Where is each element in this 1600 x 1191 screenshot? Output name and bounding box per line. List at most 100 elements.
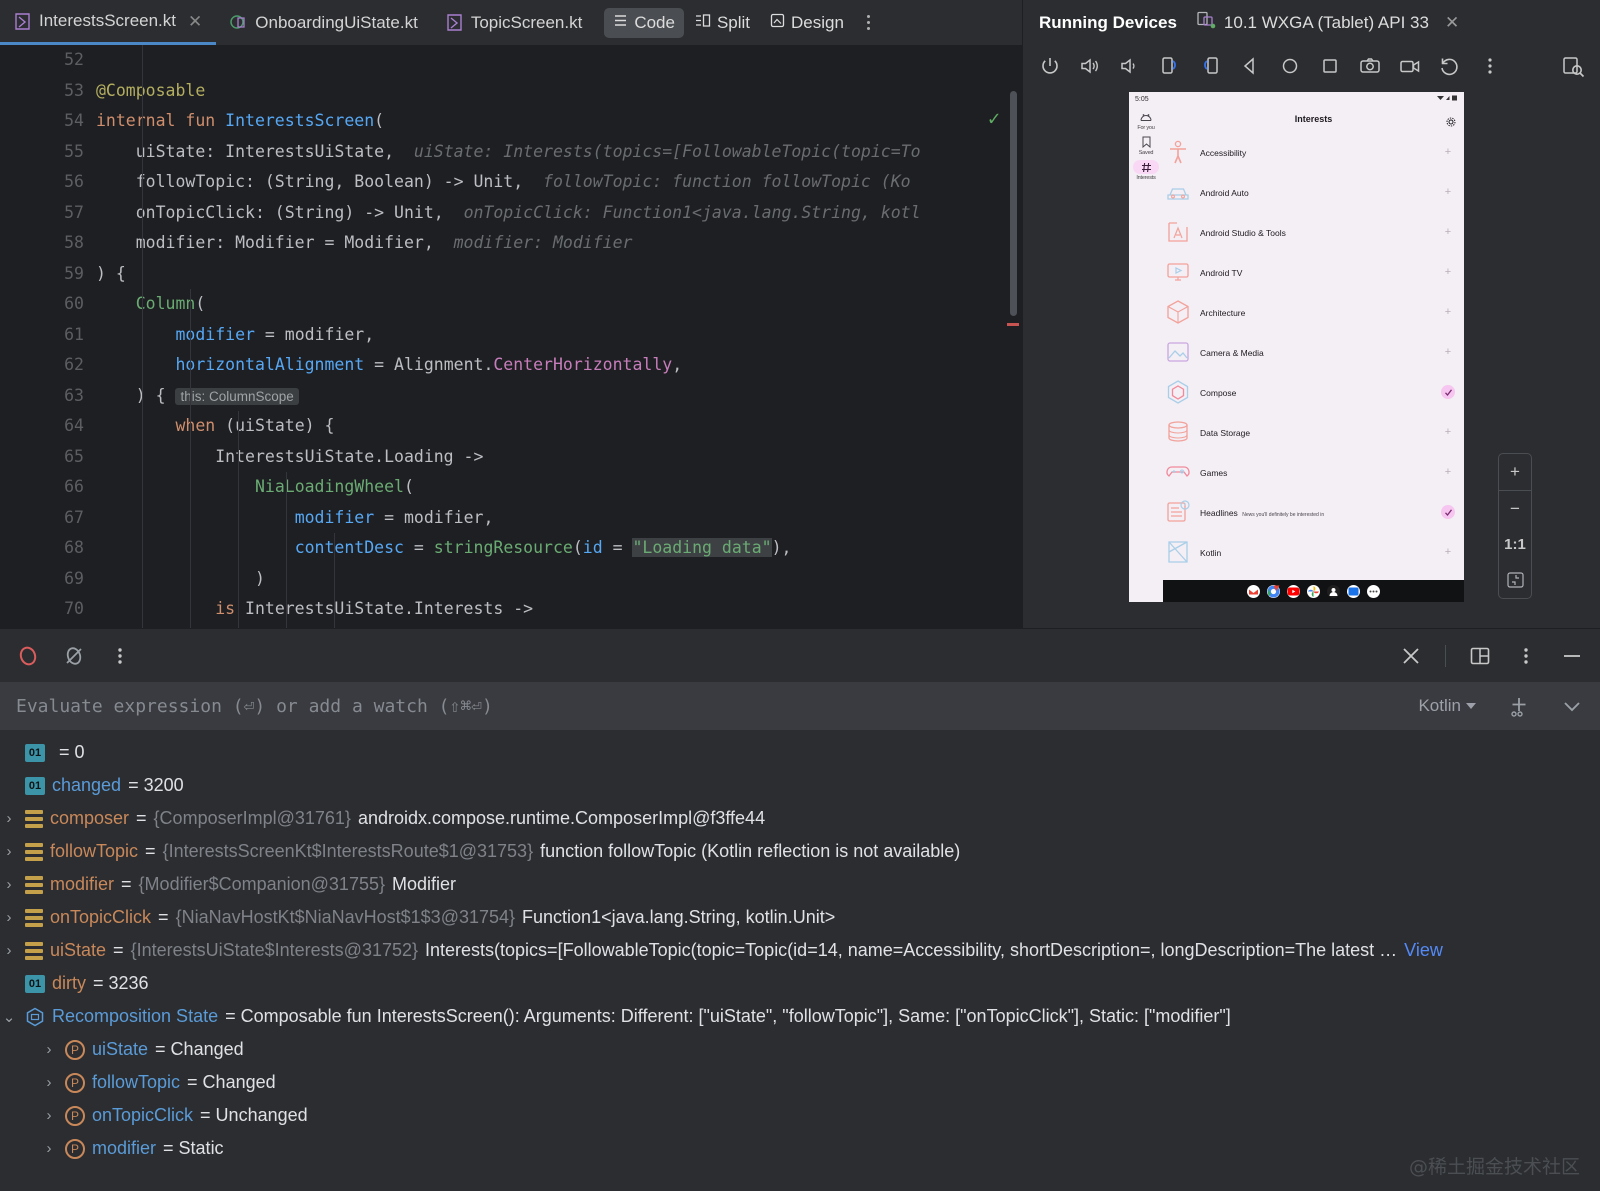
youtube-app-icon[interactable] bbox=[1287, 584, 1300, 598]
expand-arrow[interactable]: › bbox=[0, 843, 18, 860]
nav-rail-item-for-you[interactable]: For you bbox=[1133, 110, 1159, 131]
code-editor[interactable]: 52 53 54 55 56 57 58 59 60 61 62 63 64 6… bbox=[0, 45, 1022, 628]
topic-row[interactable]: Compose bbox=[1163, 372, 1464, 412]
variable-row[interactable]: › uiState = {InterestsUiState$Interests@… bbox=[0, 934, 1600, 967]
device-inspect-icon[interactable] bbox=[1562, 55, 1585, 78]
expand-arrow[interactable]: › bbox=[0, 876, 18, 893]
view-mode-design[interactable]: Design bbox=[761, 8, 853, 38]
more-vertical-icon[interactable] bbox=[1479, 55, 1501, 77]
unfollow-topic-button[interactable] bbox=[1440, 505, 1456, 519]
screenshot-icon[interactable] bbox=[1359, 55, 1381, 77]
topic-row[interactable]: Android Studio & Tools + bbox=[1163, 212, 1464, 252]
editor-tab-interests-screen[interactable]: InterestsScreen.kt ✕ bbox=[0, 0, 217, 45]
close-icon[interactable] bbox=[1399, 644, 1423, 668]
add-watch-icon[interactable] bbox=[1508, 694, 1532, 718]
close-icon[interactable]: ✕ bbox=[188, 13, 202, 30]
variable-row[interactable]: › P uiState = Changed bbox=[0, 1033, 1600, 1066]
follow-topic-button[interactable]: + bbox=[1440, 466, 1456, 478]
variable-row[interactable]: › P followTopic = Changed bbox=[0, 1066, 1600, 1099]
topics-list[interactable]: Accessibility + Android Auto + Android S… bbox=[1163, 132, 1464, 580]
device-tab[interactable]: 10.1 WXGA (Tablet) API 33 ✕ bbox=[1197, 11, 1459, 35]
close-icon[interactable]: ✕ bbox=[1445, 13, 1459, 33]
follow-topic-button[interactable]: + bbox=[1440, 546, 1456, 558]
record-video-icon[interactable] bbox=[1399, 55, 1421, 77]
volume-down-icon[interactable] bbox=[1119, 55, 1141, 77]
variable-row[interactable]: › followTopic = {InterestsScreenKt$Inter… bbox=[0, 835, 1600, 868]
expand-arrow[interactable]: › bbox=[40, 1140, 58, 1157]
rotate-left-icon[interactable] bbox=[1159, 55, 1181, 77]
view-mode-code[interactable]: Code bbox=[604, 7, 684, 38]
chevron-down-icon[interactable] bbox=[1560, 694, 1584, 718]
inspection-ok-icon[interactable]: ✓ bbox=[988, 103, 1000, 134]
variable-row[interactable]: › 01 dirty = 3236 bbox=[0, 967, 1600, 1000]
zoom-fit-icon[interactable] bbox=[1499, 562, 1531, 598]
more-vertical-icon[interactable] bbox=[108, 644, 132, 668]
editor-scrollbar[interactable] bbox=[1010, 91, 1017, 316]
more-vertical-icon[interactable] bbox=[1514, 644, 1538, 668]
watch-input[interactable]: Evaluate expression (⏎) or add a watch (… bbox=[16, 696, 1408, 717]
nav-rail-item-saved[interactable]: Saved bbox=[1133, 135, 1159, 156]
topic-row[interactable]: Android TV + bbox=[1163, 252, 1464, 292]
nav-rail-item-interests[interactable]: Interests bbox=[1133, 160, 1159, 181]
variable-row[interactable]: › P onTopicClick = Unchanged bbox=[0, 1099, 1600, 1132]
follow-topic-button[interactable]: + bbox=[1440, 346, 1456, 358]
topic-row[interactable]: Games + bbox=[1163, 452, 1464, 492]
recomposition-state-row[interactable]: ⌄ Recomposition State = Composable fun I… bbox=[0, 1000, 1600, 1033]
emulator-screen[interactable]: 5:05 For you Saved Interests Interests A… bbox=[1129, 92, 1464, 602]
expand-arrow[interactable]: › bbox=[0, 942, 18, 959]
topic-row[interactable]: Data Storage + bbox=[1163, 412, 1464, 452]
editor-more-options-icon[interactable] bbox=[855, 15, 882, 30]
expand-arrow[interactable]: › bbox=[40, 1107, 58, 1124]
undo-icon[interactable] bbox=[1439, 55, 1461, 77]
unfollow-topic-button[interactable] bbox=[1440, 385, 1456, 399]
messages-app-icon[interactable] bbox=[1347, 584, 1360, 598]
chrome-app-icon[interactable] bbox=[1267, 584, 1280, 598]
expand-arrow[interactable]: › bbox=[40, 1041, 58, 1058]
variable-row[interactable]: › 01 changed = 3200 bbox=[0, 769, 1600, 802]
variable-row[interactable]: › onTopicClick = {NiaNavHostKt$NiaNavHos… bbox=[0, 901, 1600, 934]
back-nav-icon[interactable] bbox=[1239, 55, 1261, 77]
follow-topic-button[interactable]: + bbox=[1440, 186, 1456, 198]
zoom-out-icon[interactable]: − bbox=[1499, 490, 1531, 526]
topic-row[interactable]: Headlines News you'll definitely be inte… bbox=[1163, 492, 1464, 532]
variables-tree[interactable]: › 01 = 0 › 01 changed = 3200 › composer … bbox=[0, 730, 1600, 1191]
variable-row[interactable]: › P modifier = Static bbox=[0, 1132, 1600, 1165]
photos-app-icon[interactable] bbox=[1307, 584, 1320, 598]
topic-row[interactable]: Camera & Media + bbox=[1163, 332, 1464, 372]
topic-row[interactable]: Architecture + bbox=[1163, 292, 1464, 332]
expand-arrow[interactable]: › bbox=[40, 1074, 58, 1091]
breakpoint-icon[interactable] bbox=[16, 644, 40, 668]
watch-language-selector[interactable]: Kotlin bbox=[1418, 696, 1476, 716]
follow-topic-button[interactable]: + bbox=[1440, 426, 1456, 438]
variable-row[interactable]: › modifier = {Modifier$Companion@31755} … bbox=[0, 868, 1600, 901]
view-mode-split[interactable]: Split bbox=[686, 8, 759, 38]
editor-error-stripe[interactable] bbox=[1007, 323, 1019, 326]
evaluate-expression-bar[interactable]: Evaluate expression (⏎) or add a watch (… bbox=[0, 682, 1600, 730]
zoom-actual-icon[interactable]: 1:1 bbox=[1499, 526, 1531, 562]
editor-code-area[interactable]: @Composable internal fun InterestsScreen… bbox=[96, 45, 1022, 628]
zoom-in-icon[interactable]: + bbox=[1499, 454, 1531, 490]
topic-row[interactable]: New APIs & Libraries + bbox=[1163, 572, 1464, 580]
view-value-link[interactable]: View bbox=[1404, 940, 1443, 961]
expand-arrow[interactable]: › bbox=[0, 909, 18, 926]
follow-topic-button[interactable]: + bbox=[1440, 306, 1456, 318]
topic-row[interactable]: Android Auto + bbox=[1163, 172, 1464, 212]
follow-topic-button[interactable]: + bbox=[1440, 146, 1456, 158]
variable-row[interactable]: › composer = {ComposerImpl@31761} androi… bbox=[0, 802, 1600, 835]
overview-nav-icon[interactable] bbox=[1319, 55, 1341, 77]
power-icon[interactable] bbox=[1039, 55, 1061, 77]
home-nav-icon[interactable] bbox=[1279, 55, 1301, 77]
minimize-icon[interactable] bbox=[1560, 644, 1584, 668]
gmail-app-icon[interactable] bbox=[1247, 584, 1260, 598]
collapse-arrow[interactable]: ⌄ bbox=[0, 1008, 18, 1026]
expand-arrow[interactable]: › bbox=[0, 810, 18, 827]
editor-tab-topic-screen[interactable]: TopicScreen.kt bbox=[432, 0, 597, 45]
editor-tab-onboarding-uistate[interactable]: OnboardingUiState.kt bbox=[216, 0, 432, 45]
assistant-app-icon[interactable] bbox=[1327, 584, 1340, 598]
variable-row[interactable]: › 01 = 0 bbox=[0, 736, 1600, 769]
volume-up-icon[interactable] bbox=[1079, 55, 1101, 77]
follow-topic-button[interactable]: + bbox=[1440, 226, 1456, 238]
topic-row[interactable]: Kotlin + bbox=[1163, 532, 1464, 572]
topic-row[interactable]: Accessibility + bbox=[1163, 132, 1464, 172]
layout-panels-icon[interactable] bbox=[1468, 644, 1492, 668]
